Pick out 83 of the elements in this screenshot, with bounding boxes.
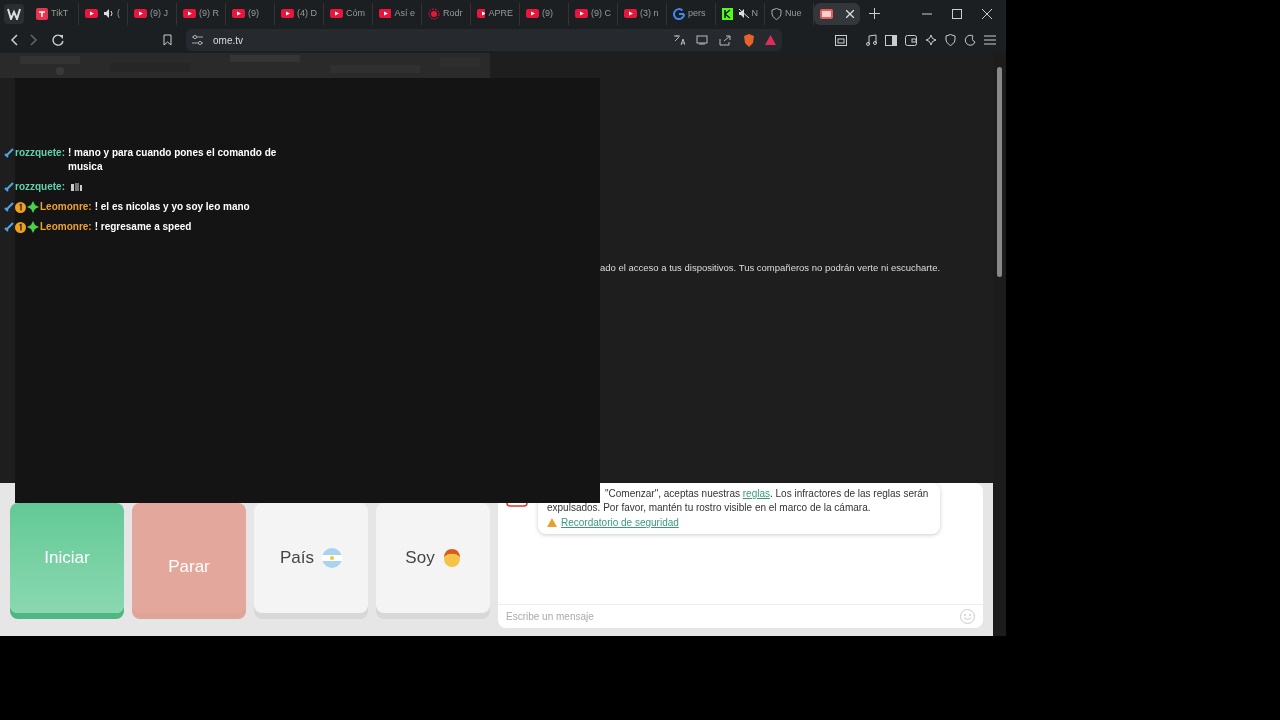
chat-message: ! el es nicolas y yo soy leo mano (94, 200, 251, 214)
site-settings-icon[interactable] (192, 35, 203, 45)
play-icon (183, 9, 196, 18)
browser-tab[interactable]: Rodr (422, 2, 471, 25)
wallet-icon[interactable] (905, 34, 917, 46)
browser-tab[interactable]: APRE (471, 2, 520, 25)
scrollbar[interactable] (993, 53, 1006, 636)
chat-message: ! regresame a speed (94, 220, 193, 234)
browser-tab[interactable]: (9) (520, 2, 569, 25)
browser-tab[interactable]: Cóm (324, 2, 373, 25)
browser-tab[interactable]: N (716, 2, 765, 25)
flag-icon (322, 548, 342, 568)
play-icon (281, 9, 294, 18)
maximize-icon[interactable] (952, 8, 962, 19)
close-tab-icon[interactable] (846, 9, 854, 18)
browser-tab[interactable]: (4) D (275, 2, 324, 25)
k-logo-icon (722, 7, 733, 20)
play-icon (134, 9, 147, 18)
bookmark-icon[interactable] (160, 32, 174, 48)
boy-face-icon (442, 548, 461, 568)
star-icon (27, 201, 39, 213)
star-icon (27, 221, 39, 233)
moon-icon[interactable] (964, 34, 976, 46)
shield-icon (771, 7, 782, 20)
cast-icon[interactable] (696, 35, 708, 45)
number-badge-icon (15, 201, 26, 213)
play-icon (575, 9, 588, 18)
browser-logo-icon[interactable] (4, 3, 24, 24)
chat-username: Leomonre: (40, 200, 92, 214)
url-text: ome.tv (213, 33, 243, 48)
sword-icon (4, 202, 14, 212)
chat-username: rozzquete: (15, 180, 65, 194)
g-logo-icon (673, 7, 685, 20)
sword-icon (4, 182, 14, 192)
back-icon[interactable] (10, 34, 18, 46)
rules-link[interactable]: reglas (742, 488, 770, 499)
close-icon[interactable] (982, 8, 992, 19)
play-icon (477, 9, 486, 18)
sword-icon (4, 222, 14, 232)
menu-icon[interactable] (984, 35, 996, 45)
play-icon (526, 9, 539, 18)
new-tab-icon[interactable] (868, 8, 880, 19)
warning-icon (547, 518, 557, 527)
browser-tab[interactable]: (9) C (569, 2, 618, 25)
browser-tab[interactable] (814, 2, 860, 25)
browser-tab[interactable]: Así e (373, 2, 422, 25)
share-icon[interactable] (719, 34, 731, 46)
app-icon (36, 7, 48, 20)
forward-icon[interactable] (30, 34, 38, 46)
minimize-icon[interactable] (922, 12, 932, 15)
rules-text: "Comenzar", aceptas nuestras reglas. Los infractores de las reglas serán expulsados. Por favor, mantén tu rostro visible en el marco de la cámara. (547, 487, 930, 515)
play-icon (232, 9, 245, 18)
lion-shield-icon[interactable] (743, 33, 755, 47)
chat-username: Leomonre: (40, 220, 92, 234)
play-icon (624, 9, 637, 18)
safety-reminder-link[interactable]: Recordatorio de seguridad (561, 515, 679, 530)
play-icon (85, 9, 98, 18)
number-badge-icon (15, 221, 26, 233)
chat-message: ! mano y para cuando pones el comando de musica (68, 146, 278, 174)
browser-tab[interactable]: (9) J (128, 2, 177, 25)
reader-icon[interactable] (835, 34, 847, 46)
sidebar-icon[interactable] (885, 34, 897, 46)
music-note-icon[interactable] (865, 34, 877, 46)
browser-tab[interactable]: (9) (226, 2, 275, 25)
browser-tab[interactable]: (3) n (618, 2, 667, 25)
ring-icon (428, 7, 440, 20)
sparkle-icon[interactable] (925, 34, 937, 46)
shield-icon[interactable] (945, 34, 956, 46)
browser-tab[interactable]: (9) R (177, 2, 226, 25)
triangle-icon[interactable] (765, 35, 776, 45)
browser-tab[interactable]: TikT (30, 2, 79, 25)
address-bar[interactable]: ome.tv (186, 29, 782, 51)
play-icon (330, 9, 343, 18)
chat-username: rozzquete: (15, 146, 65, 160)
message-input[interactable]: Escribe un mensaje (506, 609, 960, 624)
tv-icon (820, 8, 833, 19)
reload-icon[interactable] (52, 34, 64, 46)
browser-tab[interactable]: pers (667, 2, 716, 25)
translate-icon[interactable] (673, 34, 685, 46)
play-icon (379, 9, 392, 18)
browser-tab[interactable]: ( (79, 2, 128, 25)
sword-icon (4, 148, 14, 158)
camera-notice: ado el acceso a tus dispositivos. Tus compañeros no podrán verte ni escucharte. (600, 261, 941, 275)
